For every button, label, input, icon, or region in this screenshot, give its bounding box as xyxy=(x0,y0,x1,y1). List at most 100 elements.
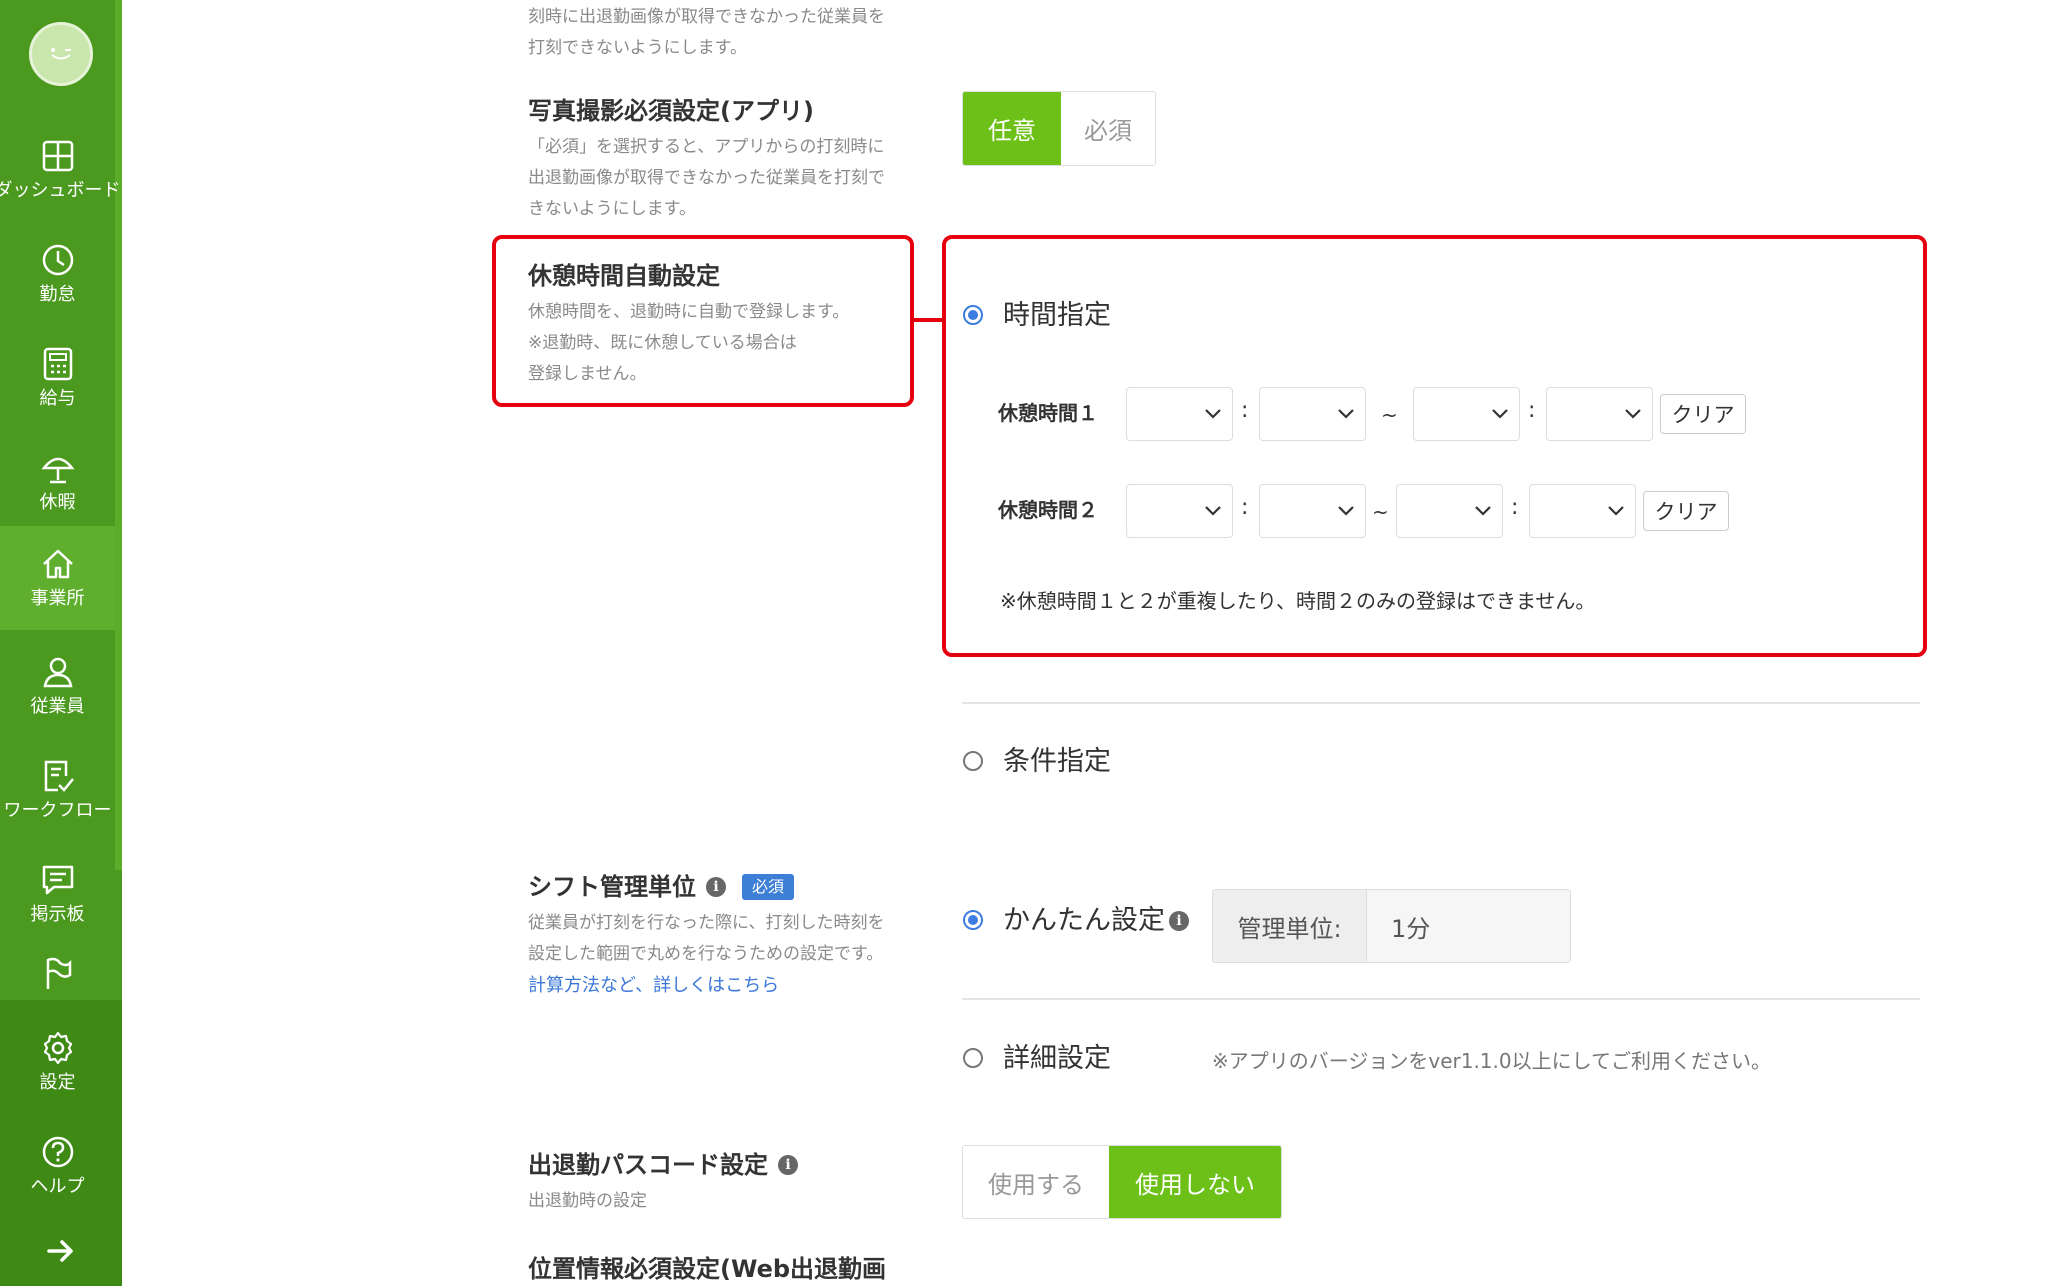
sidebar-item-label: 従業員 xyxy=(30,696,85,717)
break1-start-hour-select[interactable] xyxy=(1126,387,1233,441)
setting-title: 出退勤パスコード設定 xyxy=(528,1151,768,1179)
break1-end-hour-select[interactable] xyxy=(1413,387,1520,441)
setting-title: 休憩時間自動設定 xyxy=(528,262,720,290)
time-separator: : xyxy=(1241,398,1249,423)
simple-setting-label: かんたん設定 xyxy=(1003,905,1165,936)
option-required-button[interactable]: 必須 xyxy=(1061,92,1155,165)
passcode-setting: 出退勤パスコード設定 i 出退勤時の設定 xyxy=(528,1148,928,1217)
passcode-not-use-button[interactable]: 使用しない xyxy=(1109,1146,1281,1218)
divider xyxy=(962,998,1920,1000)
calculation-details-link[interactable]: 計算方法など、詳しくはこちら xyxy=(528,970,928,1001)
sidebar-item-label: ヘルプ xyxy=(30,1176,85,1197)
umbrella-icon xyxy=(40,457,75,484)
chevron-down-icon xyxy=(1205,409,1221,419)
clock-icon xyxy=(42,244,73,276)
photo-required-toggle: 任意 必須 xyxy=(962,91,1156,166)
sidebar-item-payroll[interactable]: 給与 xyxy=(0,326,115,430)
chevron-down-icon xyxy=(1492,409,1508,419)
home-icon xyxy=(42,549,73,579)
break2-label: 休憩時間２ xyxy=(998,498,1098,522)
divider xyxy=(962,702,1920,704)
break2-end-hour-select[interactable] xyxy=(1396,484,1503,538)
break-auto-setting: 休憩時間自動設定 休憩時間を、退勤時に自動で登録します。 ※退勤時、既に休憩して… xyxy=(528,259,928,390)
sidebar-item-label: 給与 xyxy=(39,388,76,409)
break2-start-minute-select[interactable] xyxy=(1259,484,1366,538)
required-badge: 必須 xyxy=(742,874,795,900)
option-optional-button[interactable]: 任意 xyxy=(963,92,1061,165)
help-icon xyxy=(42,1136,73,1168)
break2-start-hour-select[interactable] xyxy=(1126,484,1233,538)
sidebar-item-settings[interactable]: 設定 xyxy=(0,1010,115,1114)
info-icon[interactable]: i xyxy=(1169,911,1189,931)
break1-end-minute-select[interactable] xyxy=(1546,387,1653,441)
sidebar-item-label: ダッシュボード xyxy=(0,180,121,201)
detail-setting-label: 詳細設定 xyxy=(1003,1043,1111,1074)
management-unit-label: 管理単位: xyxy=(1213,890,1367,962)
break2-end-minute-select[interactable] xyxy=(1529,484,1636,538)
calculator-icon xyxy=(43,347,72,381)
break2-clear-button[interactable]: クリア xyxy=(1643,491,1729,531)
arrow-right-icon[interactable] xyxy=(44,1236,78,1266)
chevron-down-icon xyxy=(1338,409,1354,419)
time-separator: : xyxy=(1511,495,1519,520)
chevron-down-icon xyxy=(1608,506,1624,516)
management-unit-field[interactable]: 管理単位: 1分 xyxy=(1212,889,1571,963)
time-separator: : xyxy=(1528,398,1536,423)
sidebar: ダッシュボード 勤怠 給与 休暇 事業所 従業員 ワークフロー 掲示板 設定 ヘ… xyxy=(0,0,122,1286)
dashboard-icon xyxy=(42,140,73,172)
sidebar-item-workflow[interactable]: ワークフロー xyxy=(0,738,115,842)
info-icon[interactable]: i xyxy=(706,877,726,897)
break-overlap-note: ※休憩時間１と２が重複したり、時間２のみの登録はできません。 xyxy=(1000,589,1596,613)
sidebar-item-office[interactable]: 事業所 xyxy=(0,526,115,630)
photo-required-setting: 写真撮影必須設定(アプリ) 「必須」を選択すると、アプリからの打刻時に 出退勤画… xyxy=(528,94,928,225)
range-separator: ~ xyxy=(1381,403,1398,427)
time-specified-radio[interactable] xyxy=(963,305,983,325)
location-required-setting: 位置情報必須設定(Web出退勤画 xyxy=(528,1252,928,1286)
setting-title: 位置情報必須設定(Web出退勤画 xyxy=(528,1255,887,1283)
person-icon xyxy=(43,657,72,688)
sidebar-item-label: 勤怠 xyxy=(39,284,76,305)
checklist-icon xyxy=(44,760,74,792)
shift-unit-setting: シフト管理単位 i 必須 従業員が打刻を行なった際に、打刻した時刻を 設定した範… xyxy=(528,870,928,1001)
previous-setting-description: 刻時に出退勤画像が取得できなかった従業員を 打刻できないようにします。 xyxy=(528,7,885,58)
sidebar-scrollbar[interactable] xyxy=(115,0,122,870)
sidebar-item-attendance[interactable]: 勤怠 xyxy=(0,222,115,326)
sidebar-item-label: ワークフロー xyxy=(3,800,112,821)
sidebar-item-flag[interactable] xyxy=(0,936,115,1016)
flag-icon xyxy=(46,957,71,989)
simple-setting-radio[interactable] xyxy=(963,910,983,930)
smile-face-icon xyxy=(51,48,71,60)
passcode-use-button[interactable]: 使用する xyxy=(963,1146,1109,1218)
setting-title: 写真撮影必須設定(アプリ) xyxy=(528,97,814,125)
setting-title: シフト管理単位 xyxy=(528,873,696,901)
range-separator: ~ xyxy=(1372,500,1389,524)
condition-specified-radio[interactable] xyxy=(963,751,983,771)
break1-label: 休憩時間１ xyxy=(998,401,1098,425)
management-unit-value: 1分 xyxy=(1367,890,1570,962)
time-separator: : xyxy=(1241,495,1249,520)
chevron-down-icon xyxy=(1475,506,1491,516)
sidebar-item-label: 掲示板 xyxy=(30,904,85,925)
chevron-down-icon xyxy=(1205,506,1221,516)
sidebar-item-employees[interactable]: 従業員 xyxy=(0,634,115,738)
chevron-down-icon xyxy=(1625,409,1641,419)
sidebar-item-dashboard[interactable]: ダッシュボード xyxy=(0,118,121,222)
chevron-down-icon xyxy=(1338,506,1354,516)
sidebar-item-bulletin[interactable]: 掲示板 xyxy=(0,842,115,946)
passcode-toggle: 使用する 使用しない xyxy=(962,1145,1282,1219)
message-icon xyxy=(42,865,73,895)
sidebar-item-label: 設定 xyxy=(39,1072,76,1093)
condition-specified-label: 条件指定 xyxy=(1003,746,1111,777)
sidebar-item-label: 事業所 xyxy=(30,588,85,609)
sidebar-item-leave[interactable]: 休暇 xyxy=(0,430,115,534)
info-icon[interactable]: i xyxy=(778,1155,798,1175)
app-version-note: ※アプリのバージョンをver1.1.0以上にしてご利用ください。 xyxy=(1212,1049,1772,1073)
sidebar-item-help[interactable]: ヘルプ xyxy=(0,1114,115,1218)
break1-start-minute-select[interactable] xyxy=(1259,387,1366,441)
time-specified-label: 時間指定 xyxy=(1003,300,1111,331)
gear-icon xyxy=(43,1031,72,1065)
avatar[interactable] xyxy=(29,22,93,86)
sidebar-item-label: 休暇 xyxy=(39,492,76,513)
break1-clear-button[interactable]: クリア xyxy=(1660,394,1746,434)
detail-setting-radio[interactable] xyxy=(963,1048,983,1068)
